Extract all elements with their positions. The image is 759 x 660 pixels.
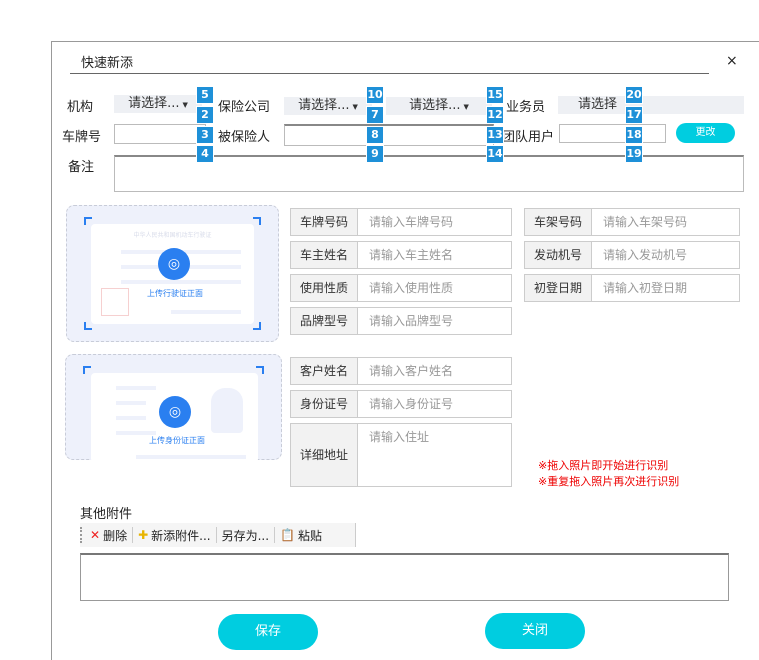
badge: 15 <box>486 86 504 104</box>
team-input[interactable] <box>559 124 666 143</box>
badge: 4 <box>196 145 214 163</box>
badge: 5 <box>196 86 214 104</box>
remark-label: 备注 <box>68 160 95 175</box>
team-label: 团队用户 <box>502 130 555 145</box>
engine-number-input[interactable]: 请输入发动机号 <box>592 241 740 269</box>
org-select[interactable]: 请选择... ▼ <box>114 95 202 113</box>
badge: 7 <box>366 106 384 124</box>
insured-input[interactable] <box>284 124 494 146</box>
insurer-select-1[interactable]: 请选择... ▼ <box>284 97 372 115</box>
chevron-down-icon: ▼ <box>182 101 188 109</box>
field-label: 客户姓名 <box>290 357 358 385</box>
staff-select-value: 请选择 <box>578 97 618 112</box>
badge: 17 <box>625 106 643 124</box>
attachments-label: 其他附件 <box>80 507 133 522</box>
close-button[interactable]: 关闭 <box>485 613 585 649</box>
owner-name-input[interactable]: 请输入车主姓名 <box>358 241 512 269</box>
org-select-value: 请选择... <box>128 96 180 111</box>
paste-button[interactable]: 📋 粘贴 <box>274 527 327 543</box>
field-label: 使用性质 <box>290 274 358 302</box>
field-label: 车主姓名 <box>290 241 358 269</box>
stamp <box>101 288 129 316</box>
field-label: 初登日期 <box>524 274 592 302</box>
note: ※拖入照片即开始进行识别 <box>538 459 669 472</box>
insurer-select-1-value: 请选择... <box>298 98 350 113</box>
plus-icon: ✚ <box>138 528 149 542</box>
dialog-title: 快速新添 <box>81 56 134 71</box>
vehicle-license-upload[interactable]: 中华人民共和国机动车行驶证 ◎ 上传行驶证正面 <box>66 205 279 342</box>
save-button[interactable]: 保存 <box>218 614 318 650</box>
vin-input[interactable]: 请输入车架号码 <box>592 208 740 236</box>
badge: 9 <box>366 145 384 163</box>
add-label: 新添附件... <box>151 528 211 543</box>
chevron-down-icon: ▼ <box>463 103 469 111</box>
staff-label: 业务员 <box>506 100 546 115</box>
add-attachment-button[interactable]: ✚ 新添附件... <box>132 527 216 543</box>
badge: 2 <box>196 106 214 124</box>
badge: 14 <box>486 145 504 163</box>
staff-select[interactable]: 请选择 <box>558 96 744 114</box>
badge: 19 <box>625 145 643 163</box>
attachments-toolbar: ✕ 删除 ✚ 新添附件... 另存为... 📋 粘贴 <box>80 523 356 547</box>
plate-label: 车牌号 <box>62 130 102 145</box>
brand-model-input[interactable]: 请输入品牌型号 <box>358 307 512 335</box>
badge: 8 <box>366 126 384 144</box>
field-label: 品牌型号 <box>290 307 358 335</box>
org-label: 机构 <box>67 100 94 115</box>
badge: 10 <box>366 86 384 104</box>
change-button[interactable]: 更改 <box>676 123 735 143</box>
insured-label: 被保险人 <box>218 130 271 145</box>
license-doc-title: 中华人民共和国机动车行驶证 <box>133 232 212 239</box>
camera-icon: ◎ <box>158 248 190 280</box>
register-date-input[interactable]: 请输入初登日期 <box>592 274 740 302</box>
plate-input[interactable] <box>114 124 206 144</box>
camera-icon: ◎ <box>159 396 191 428</box>
chevron-down-icon: ▼ <box>352 103 358 111</box>
insurer-label: 保险公司 <box>218 100 271 115</box>
plate-number-input[interactable]: 请输入车牌号码 <box>358 208 512 236</box>
field-label: 车架号码 <box>524 208 592 236</box>
field-label: 车牌号码 <box>290 208 358 236</box>
badge: 3 <box>196 126 214 144</box>
id-card-upload[interactable]: ◎ 上传身份证正面 <box>65 354 282 463</box>
attachments-list[interactable] <box>80 553 729 601</box>
paste-icon: 📋 <box>280 528 295 542</box>
address-textarea[interactable]: 请输入住址 <box>358 423 512 487</box>
id-number-input[interactable]: 请输入身份证号 <box>358 390 512 418</box>
field-label: 详细地址 <box>290 423 358 487</box>
badge: 18 <box>625 126 643 144</box>
field-label: 发动机号 <box>524 241 592 269</box>
close-icon[interactable]: × <box>726 53 738 69</box>
note: ※重复拖入照片再次进行识别 <box>538 475 680 488</box>
insurer-select-2[interactable]: 请选择... ▼ <box>386 97 492 115</box>
upload-id-text: 上传身份证正面 <box>149 436 205 445</box>
save-as-button[interactable]: 另存为... <box>215 527 274 543</box>
person-silhouette-icon <box>211 388 243 433</box>
badge: 13 <box>486 126 504 144</box>
delete-button[interactable]: ✕ 删除 <box>80 527 132 543</box>
usage-input[interactable]: 请输入使用性质 <box>358 274 512 302</box>
upload-vehicle-text: 上传行驶证正面 <box>147 289 203 298</box>
delete-label: 删除 <box>103 528 128 543</box>
delete-x-icon: ✕ <box>90 528 101 542</box>
field-label: 身份证号 <box>290 390 358 418</box>
badge: 12 <box>486 106 504 124</box>
badge: 20 <box>625 86 643 104</box>
paste-label: 粘贴 <box>298 528 323 543</box>
insurer-select-2-value: 请选择... <box>409 98 461 113</box>
title-divider <box>70 73 709 74</box>
customer-name-input[interactable]: 请输入客户姓名 <box>358 357 512 385</box>
